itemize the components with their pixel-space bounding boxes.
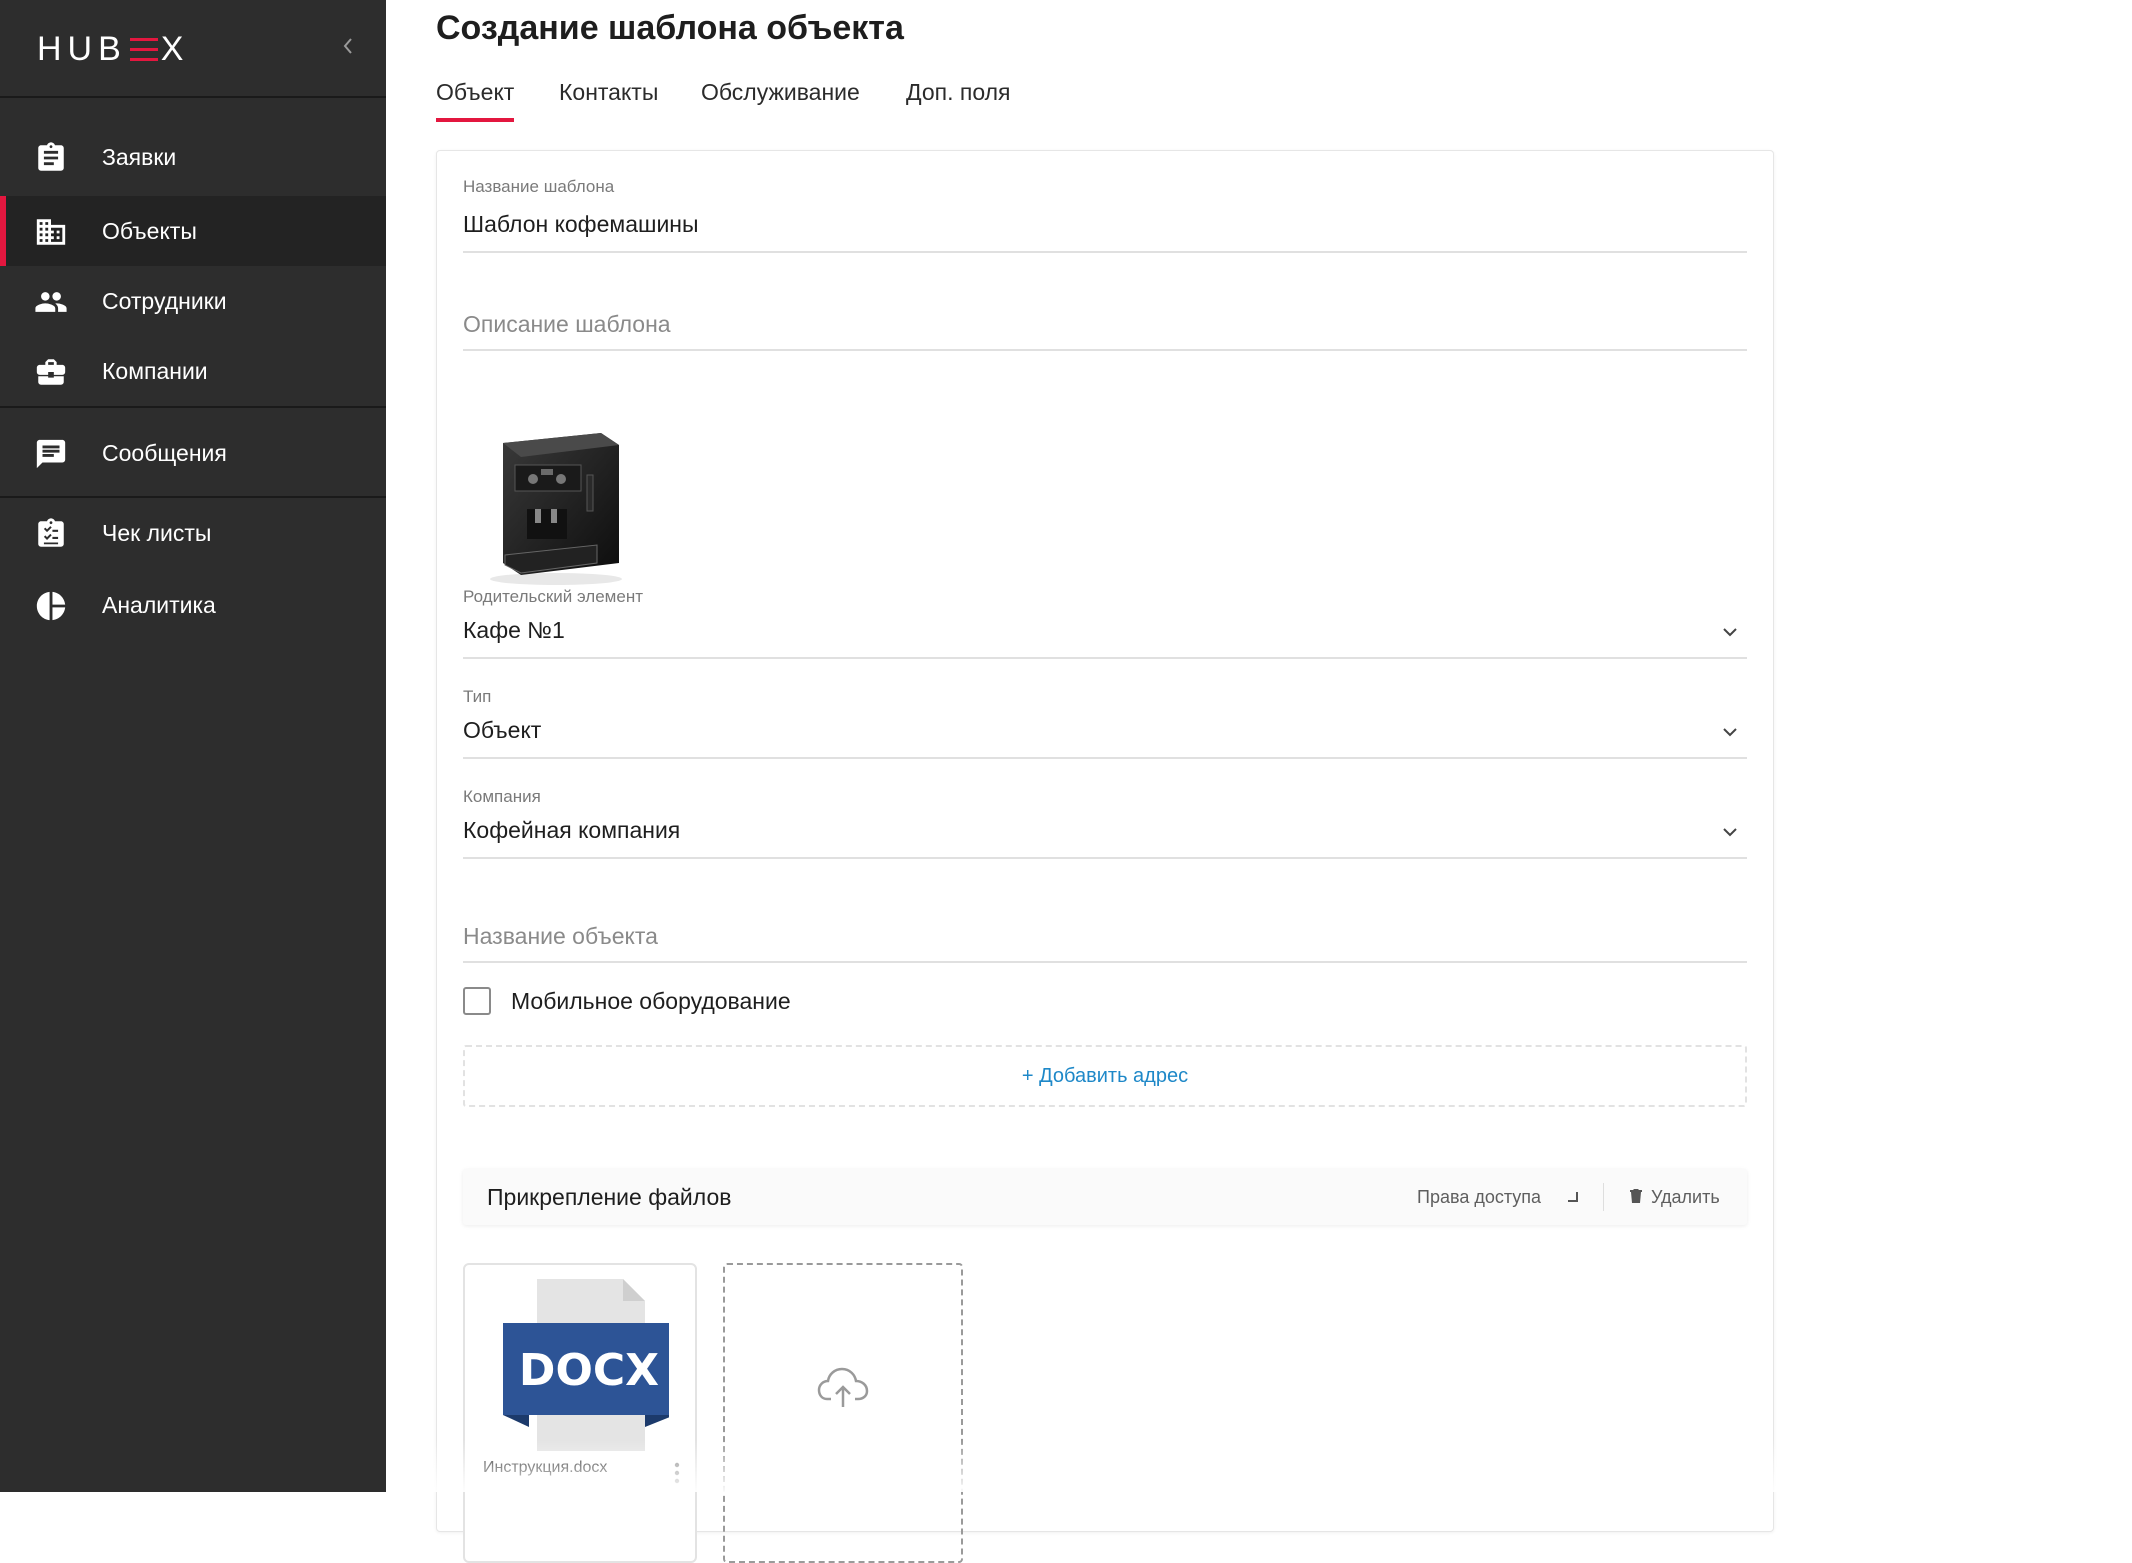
field-underline bbox=[463, 657, 1747, 659]
trash-icon[interactable] bbox=[1629, 1188, 1643, 1204]
chevron-down-icon[interactable] bbox=[1719, 721, 1741, 743]
template-name-value[interactable]: Шаблон кофемашины bbox=[463, 211, 699, 238]
checklist-icon bbox=[38, 518, 64, 547]
chevron-down-icon[interactable] bbox=[1719, 621, 1741, 643]
sidebar-collapse-button[interactable] bbox=[336, 30, 360, 62]
field-underline bbox=[463, 961, 1747, 963]
attachments-title: Прикрепление файлов bbox=[487, 1184, 732, 1210]
page-title: Создание шаблона объекта bbox=[436, 9, 904, 47]
sidebar-item-label: Компании bbox=[102, 358, 208, 384]
object-name-field[interactable]: Название объекта bbox=[463, 923, 1747, 967]
sidebar-item-label: Сотрудники bbox=[102, 288, 227, 314]
object-name-placeholder[interactable]: Название объекта bbox=[463, 923, 658, 950]
logo-row: HUB X bbox=[0, 0, 386, 98]
type-label: Тип bbox=[463, 687, 492, 706]
parent-element-label: Родительский элемент bbox=[463, 587, 643, 606]
sidebar-item-requests[interactable]: Заявки bbox=[0, 122, 386, 192]
docx-file-icon: DOCX bbox=[503, 1279, 669, 1451]
sidebar: HUB X Заявки Объекты Сотрудники Компании … bbox=[0, 0, 386, 1492]
company-label: Компания bbox=[463, 787, 541, 806]
coffee-machine-image[interactable] bbox=[481, 413, 631, 589]
mobile-equipment-checkbox[interactable] bbox=[463, 987, 491, 1015]
delete-button[interactable]: Удалить bbox=[1651, 1169, 1720, 1225]
chevron-down-icon[interactable] bbox=[1719, 821, 1741, 843]
template-name-field[interactable]: Название шаблона Шаблон кофемашины bbox=[463, 177, 1747, 253]
briefcase-icon bbox=[36, 359, 66, 385]
sidebar-item-label: Аналитика bbox=[102, 592, 216, 618]
file-name: Инструкция.docx bbox=[483, 1459, 608, 1476]
pie-chart-icon bbox=[36, 591, 66, 621]
tab-contacts[interactable]: Контакты bbox=[559, 74, 658, 128]
company-value: Кофейная компания bbox=[463, 817, 681, 843]
type-select[interactable]: Тип Объект bbox=[463, 687, 1747, 763]
toolbar-divider bbox=[1603, 1183, 1604, 1211]
clipboard-icon bbox=[38, 142, 64, 171]
docx-badge-label: DOCX bbox=[519, 1345, 659, 1396]
chat-icon bbox=[36, 439, 66, 469]
field-underline bbox=[463, 857, 1747, 859]
field-underline bbox=[463, 349, 1747, 351]
logo[interactable]: HUB X bbox=[37, 32, 189, 66]
parent-element-value: Кафе №1 bbox=[463, 617, 565, 643]
sidebar-item-label: Объекты bbox=[102, 218, 197, 244]
sidebar-item-employees[interactable]: Сотрудники bbox=[0, 266, 386, 336]
file-upload-dropzone[interactable] bbox=[723, 1263, 963, 1563]
sidebar-item-analytics[interactable]: Аналитика bbox=[0, 570, 386, 640]
form-card: Название шаблона Шаблон кофемашины Описа… bbox=[436, 150, 1774, 1563]
sidebar-item-label: Заявки bbox=[102, 144, 177, 170]
corner-arrow-icon[interactable] bbox=[1565, 1189, 1581, 1205]
buildings-icon bbox=[36, 219, 66, 245]
company-select[interactable]: Компания Кофейная компания bbox=[463, 787, 1747, 863]
sidebar-item-companies[interactable]: Компании bbox=[0, 336, 386, 406]
logo-text-right: X bbox=[160, 30, 190, 68]
tab-maintenance[interactable]: Обслуживание bbox=[701, 74, 860, 128]
sidebar-item-objects[interactable]: Объекты bbox=[0, 196, 386, 266]
people-icon bbox=[35, 292, 67, 312]
file-card[interactable]: DOCX Инструкция.docx bbox=[463, 1263, 697, 1563]
template-description-field[interactable]: Описание шаблона bbox=[463, 311, 1747, 383]
tab-object[interactable]: Объект bbox=[436, 74, 515, 128]
chevron-left-icon bbox=[343, 38, 352, 54]
add-address-button[interactable]: + Добавить адрес bbox=[463, 1045, 1747, 1107]
sidebar-item-label: Чек листы bbox=[102, 520, 212, 546]
access-rights-button[interactable]: Права доступа bbox=[1417, 1169, 1541, 1225]
template-name-label: Название шаблона bbox=[463, 177, 615, 196]
sidebar-item-label: Сообщения bbox=[102, 440, 227, 466]
sidebar-divider bbox=[0, 406, 386, 408]
sidebar-item-checklists[interactable]: Чек листы bbox=[0, 498, 386, 568]
mobile-equipment-label[interactable]: Мобильное оборудование bbox=[511, 985, 791, 1017]
tab-extra-fields[interactable]: Доп. поля bbox=[906, 74, 1010, 128]
type-value: Объект bbox=[463, 717, 542, 743]
sidebar-item-messages[interactable]: Сообщения bbox=[0, 418, 386, 488]
logo-text-left: HUB bbox=[37, 30, 127, 68]
more-vertical-icon[interactable] bbox=[673, 1461, 681, 1485]
logo-e-mark bbox=[129, 38, 158, 62]
field-underline bbox=[463, 251, 1747, 253]
parent-element-select[interactable]: Родительский элемент Кафе №1 bbox=[463, 587, 1747, 663]
attachments-header: Прикрепление файлов Права доступа Удалит… bbox=[463, 1169, 1747, 1225]
cloud-upload-icon bbox=[817, 1367, 869, 1407]
field-underline bbox=[463, 757, 1747, 759]
template-description-placeholder[interactable]: Описание шаблона bbox=[463, 311, 671, 338]
